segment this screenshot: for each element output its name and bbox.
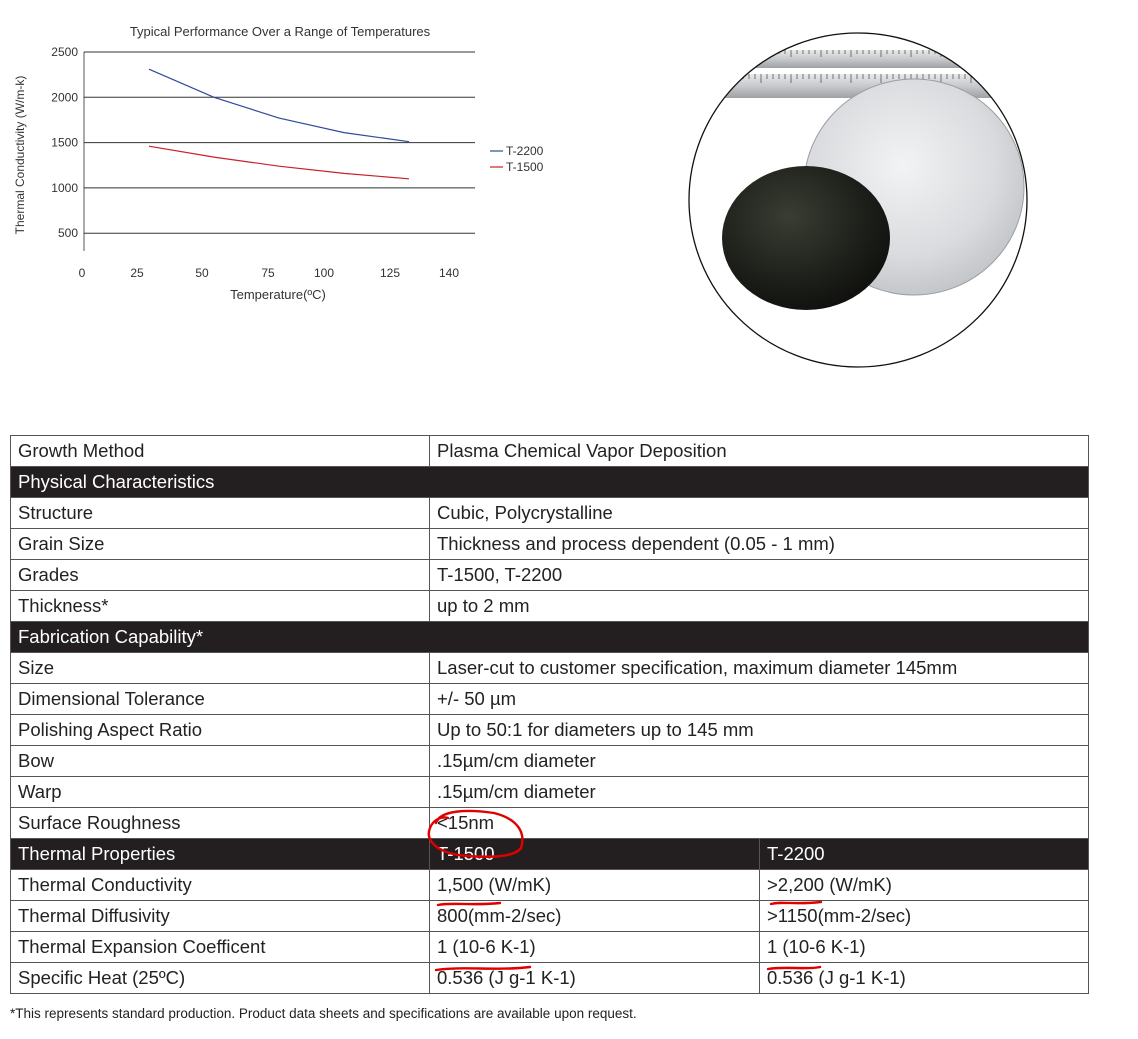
diamond-wafer-photo — [688, 32, 1028, 368]
t2200-value: >1150(mm-2/sec) — [759, 900, 1089, 932]
row-value: .15µm/cm diameter — [429, 776, 1089, 808]
row-value: Cubic, Polycrystalline — [429, 497, 1089, 529]
table-row: Warp .15µm/cm diameter — [10, 776, 1089, 808]
y-tick-label: 500 — [58, 226, 78, 240]
chart-title: Typical Performance Over a Range of Temp… — [130, 24, 431, 39]
t1500-value: 0.536 (J g-1 K-1) — [429, 962, 760, 994]
table-row: Growth Method Plasma Chemical Vapor Depo… — [10, 435, 1089, 467]
table-row: Surface Roughness <15nm — [10, 807, 1089, 839]
t1500-value: 800(mm-2/sec) — [429, 900, 760, 932]
table-row: Dimensional Tolerance +/- 50 µm — [10, 683, 1089, 715]
row-label: Size — [10, 652, 430, 684]
x-tick-label: 50 — [195, 266, 209, 280]
table-row: Grain Size Thickness and process depende… — [10, 528, 1089, 560]
row-value: Plasma Chemical Vapor Deposition — [429, 435, 1089, 467]
x-axis-label: Temperature(ºC) — [230, 287, 326, 302]
row-label: Polishing Aspect Ratio — [10, 714, 430, 746]
y-tick-label: 2000 — [51, 90, 78, 104]
row-label: Surface Roughness — [10, 807, 430, 839]
row-label: Thickness* — [10, 590, 430, 622]
row-label: Grain Size — [10, 528, 430, 560]
table-row: Thermal Expansion Coefficent 1 (10-6 K-1… — [10, 931, 1089, 963]
y-axis-label: Thermal Conductivity (W/m-k) — [13, 76, 27, 235]
section-header-physical: Physical Characteristics — [10, 466, 1089, 498]
table-row: Structure Cubic, Polycrystalline — [10, 497, 1089, 529]
legend-label: T-1500 — [506, 160, 544, 174]
black-wafer — [722, 166, 890, 310]
y-tick-label: 2500 — [51, 45, 78, 59]
t2200-value: 0.536 (J g-1 K-1) — [759, 962, 1089, 994]
series-line-t-1500 — [148, 145, 410, 180]
row-label: Dimensional Tolerance — [10, 683, 430, 715]
row-label: Thermal Diffusivity — [10, 900, 430, 932]
t2200-value: >2,200 (W/mK) — [759, 869, 1089, 901]
row-label: Thermal Expansion Coefficent — [10, 931, 430, 963]
section-title: Fabrication Capability* — [10, 621, 1089, 653]
row-label: Specific Heat (25ºC) — [10, 962, 430, 994]
row-label: Thermal Conductivity — [10, 869, 430, 901]
row-value: T-1500, T-2200 — [429, 559, 1089, 591]
row-value: Up to 50:1 for diameters up to 145 mm — [429, 714, 1089, 746]
row-value: Thickness and process dependent (0.05 - … — [429, 528, 1089, 560]
x-tick-label: 75 — [261, 266, 275, 280]
footnote: *This represents standard production. Pr… — [10, 1006, 637, 1021]
table-row: Size Laser-cut to customer specification… — [10, 652, 1089, 684]
table-row: Grades T-1500, T-2200 — [10, 559, 1089, 591]
section-header-thermal: Thermal Properties T-1500 T-2200 — [10, 838, 1089, 870]
section-header-fabrication: Fabrication Capability* — [10, 621, 1089, 653]
y-tick-label: 1500 — [51, 136, 78, 150]
row-label: Warp — [10, 776, 430, 808]
section-title: Thermal Properties — [10, 838, 430, 870]
x-tick-label: 125 — [380, 266, 400, 280]
table-row: Bow .15µm/cm diameter — [10, 745, 1089, 777]
x-tick-label: 0 — [79, 266, 86, 280]
row-value: Laser-cut to customer specification, max… — [429, 652, 1089, 684]
row-value: +/- 50 µm — [429, 683, 1089, 715]
spec-table: Growth Method Plasma Chemical Vapor Depo… — [10, 435, 1089, 994]
t1500-value: 1 (10-6 K-1) — [429, 931, 760, 963]
table-row: Thermal Conductivity 1,500 (W/mK) >2,200… — [10, 869, 1089, 901]
table-row: Thickness* up to 2 mm — [10, 590, 1089, 622]
x-tick-label: 140 — [439, 266, 459, 280]
table-row: Thermal Diffusivity 800(mm-2/sec) >1150(… — [10, 900, 1089, 932]
row-value: <15nm — [429, 807, 1089, 839]
x-tick-label: 25 — [130, 266, 144, 280]
column-header-t1500: T-1500 — [429, 838, 760, 870]
row-label: Grades — [10, 559, 430, 591]
table-row: Polishing Aspect Ratio Up to 50:1 for di… — [10, 714, 1089, 746]
row-value: .15µm/cm diameter — [429, 745, 1089, 777]
row-value: up to 2 mm — [429, 590, 1089, 622]
row-label: Bow — [10, 745, 430, 777]
series-line-t-2200 — [148, 68, 410, 143]
y-tick-label: 1000 — [51, 181, 78, 195]
ruler-top — [726, 50, 1027, 68]
thermal-conductivity-chart: Typical Performance Over a Range of Temp… — [13, 24, 544, 302]
row-label: Growth Method — [10, 435, 430, 467]
table-row: Specific Heat (25ºC) 0.536 (J g-1 K-1) 0… — [10, 962, 1089, 994]
row-label: Structure — [10, 497, 430, 529]
section-title: Physical Characteristics — [10, 466, 1089, 498]
t2200-value: 1 (10-6 K-1) — [759, 931, 1089, 963]
column-header-t2200: T-2200 — [759, 838, 1089, 870]
x-tick-label: 100 — [314, 266, 334, 280]
legend-label: T-2200 — [506, 144, 544, 158]
t1500-value: 1,500 (W/mK) — [429, 869, 760, 901]
